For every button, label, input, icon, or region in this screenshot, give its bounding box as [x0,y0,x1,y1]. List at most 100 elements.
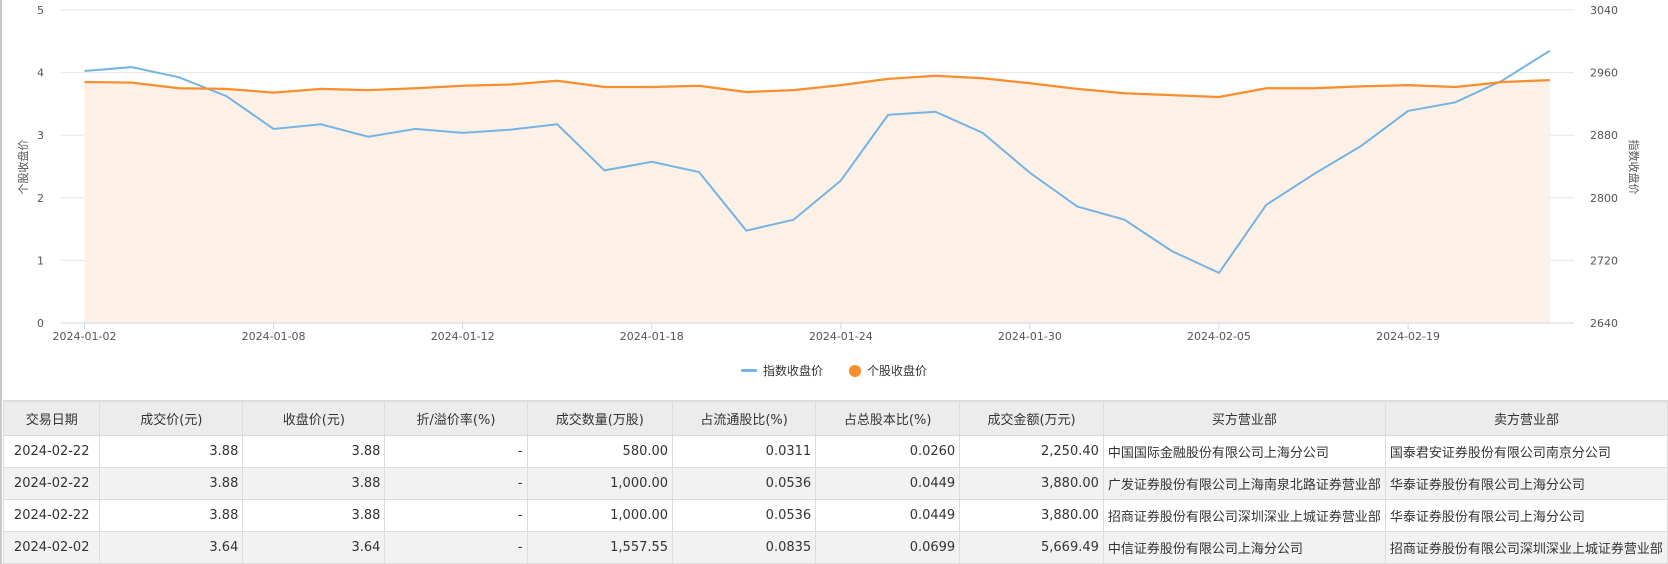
index-point [793,219,795,221]
index-point [698,171,700,173]
legend-label: 指数收盘价 [762,364,823,378]
table-cell: 0.0536 [672,467,817,500]
column-header[interactable]: 卖方营业部 [1384,400,1668,436]
table-cell: 国泰君安证券股份有限公司南京分公司 [1384,435,1668,468]
table-cell: - [384,435,528,468]
x-tick-label: 2024-01-18 [620,330,684,343]
index-point [887,114,889,116]
table-cell: 3.88 [242,499,386,532]
stock-point [698,85,700,87]
left-y-tick-label: 4 [37,67,44,80]
table-cell: 2,250.40 [959,435,1104,468]
table-cell: 1,000.00 [526,499,674,532]
stock-point [1218,96,1220,98]
stock-point [887,78,889,80]
table-cell: - [384,499,528,532]
stock-point [1171,94,1173,96]
index-point [1313,173,1315,175]
table-cell: 广发证券股份有限公司上海南泉北路证券营业部 [1102,467,1386,500]
index-point [178,76,180,78]
x-tick-label: 2024-02-19 [1376,330,1440,343]
table-cell: 2024-02-22 [2,499,101,532]
table-cell: 3.88 [99,467,244,500]
line-chart: 0 2640 1 2720 2 2800 3 2880 4 2960 5 3040 2024-01-02… [16,4,1641,343]
column-header[interactable]: 成交金额(万元) [959,400,1104,436]
index-point [840,180,842,182]
table-cell: 招商证券股份有限公司深圳深业上城证券营业部 [1384,531,1668,564]
x-tick-label: 2024-01-30 [998,330,1062,343]
index-point [1029,172,1031,174]
right-y-tick-label: 2960 [1590,67,1618,80]
table-cell: 华泰证券股份有限公司上海分公司 [1384,467,1668,500]
index-point [982,132,984,134]
index-point [934,111,936,113]
table-cell: 中国国际金融股份有限公司上海分公司 [1102,435,1386,468]
right-y-tick-label: 2800 [1590,192,1618,205]
x-tick-label: 2024-01-24 [809,330,873,343]
table-cell: 5,669.49 [959,531,1104,564]
index-point [84,70,86,72]
stock-point [1076,88,1078,90]
stock-point [1360,85,1362,87]
column-header[interactable]: 收盘价(元) [242,400,386,436]
block-trade-table: 交易日期 成交价(元) 收盘价(元) 折/溢价率(%) 成交数量(万股) 占流通股比(%)… [2,400,1668,564]
table-cell: 3,880.00 [959,499,1104,532]
table-cell: 2024-02-22 [2,435,101,468]
table-cell: - [384,531,528,564]
column-header[interactable]: 交易日期 [2,400,101,436]
index-point [462,132,464,134]
stock-point [745,91,747,93]
stock-point [131,82,133,84]
index-point [1171,250,1173,252]
column-header[interactable]: 成交数量(万股) [526,400,674,436]
table-cell: 0.0536 [672,499,817,532]
index-point [1407,110,1409,112]
stock-point [84,81,86,83]
table-header-row: 交易日期 成交价(元) 收盘价(元) 折/溢价率(%) 成交数量(万股) 占流通股比(%)… [2,400,1668,436]
right-y-tick-label: 2880 [1590,129,1618,142]
stock-point [1029,82,1031,84]
stock-point [1313,87,1315,89]
right-axis-title: 指数收盘价 [1627,140,1641,195]
column-header[interactable]: 占总股本比(%) [815,400,961,436]
legend-item-index[interactable]: 指数收盘价 [740,362,823,379]
line-swatch-icon [740,369,757,372]
legend-item-stock[interactable]: 个股收盘价 [849,362,927,379]
table-cell: 3,880.00 [959,467,1104,500]
column-header[interactable]: 折/溢价率(%) [384,400,528,436]
x-tick-label: 2024-01-02 [53,330,117,343]
column-header[interactable]: 成交价(元) [99,400,244,436]
index-point [131,66,133,68]
column-header[interactable]: 占流通股比(%) [672,400,817,436]
chart-legend: 指数收盘价 个股收盘价 [0,362,1668,379]
index-point [273,128,275,130]
x-tick-label: 2024-02-05 [1187,330,1251,343]
stock-point [1407,84,1409,86]
stock-point [509,83,511,85]
stock-point [225,88,227,90]
index-point [745,230,747,232]
index-point [1549,50,1551,52]
index-point [1076,205,1078,207]
table-cell: 0.0699 [815,531,961,564]
stock-point [793,89,795,91]
stock-point [1454,86,1456,88]
table-cell: 3.88 [99,499,244,532]
right-y-tick-label: 2640 [1590,317,1618,330]
table-cell: 580.00 [526,435,674,468]
index-point [1360,145,1362,147]
table-row: 2024-02-22 3.88 3.88-580.00 0.0311 0.0260 2,2… [2,435,1668,468]
table-row: 2024-02-22 3.88 3.88-1,000.00 0.0536 0.0449 3… [2,499,1668,532]
table-cell: 0.0311 [672,435,817,468]
index-point [603,169,605,171]
stock-point [651,86,653,88]
index-point [1123,219,1125,221]
table-cell: 0.0260 [815,435,961,468]
index-point [509,129,511,131]
column-header[interactable]: 买方营业部 [1102,400,1386,436]
stock-point [273,92,275,94]
stock-point [367,89,369,91]
table-cell: 招商证券股份有限公司深圳深业上城证券营业部 [1102,499,1386,532]
stock-point [414,87,416,89]
table-cell: 1,557.55 [526,531,674,564]
